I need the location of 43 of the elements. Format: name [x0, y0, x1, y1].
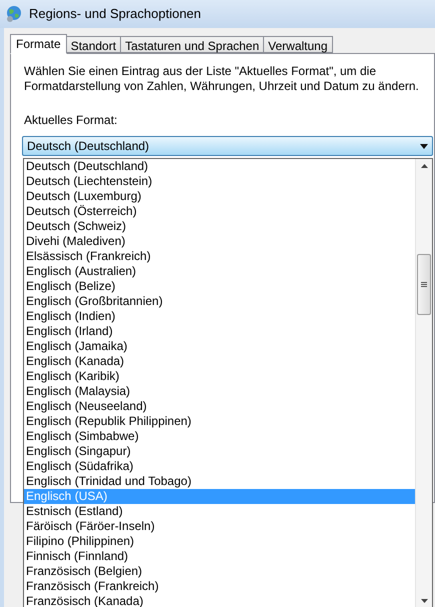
list-item[interactable]: Finnisch (Finnland)	[24, 549, 415, 564]
format-dropdown[interactable]: Deutsch (Deutschland)	[22, 136, 433, 156]
list-item[interactable]: Färöisch (Färöer-Inseln)	[24, 519, 415, 534]
tab[interactable]: Formate	[10, 34, 67, 54]
list-item[interactable]: Englisch (Neuseeland)	[24, 399, 415, 414]
list-item[interactable]: Englisch (Australien)	[24, 264, 415, 279]
tab[interactable]: Verwaltung	[264, 36, 333, 53]
list-item[interactable]: Englisch (Republik Philippinen)	[24, 414, 415, 429]
scrollbar[interactable]	[415, 159, 432, 607]
list-item[interactable]: Filipino (Philippinen)	[24, 534, 415, 549]
list-item[interactable]: Englisch (Trinidad und Tobago)	[24, 474, 415, 489]
list-item[interactable]: Deutsch (Österreich)	[24, 204, 415, 219]
instruction-text: Wählen Sie einen Eintrag aus der Liste "Aktuelles Format", um die Formatdarstellung von Zahlen, Währungen, Uhrzeit und Datum zu ändern.	[24, 64, 419, 94]
list-item[interactable]: Englisch (Kanada)	[24, 354, 415, 369]
list-item[interactable]: Englisch (Karibik)	[24, 369, 415, 384]
list-item[interactable]: Französisch (Frankreich)	[24, 579, 415, 594]
field-label: Aktuelles Format:	[24, 113, 118, 128]
list-item[interactable]: Englisch (Irland)	[24, 324, 415, 339]
list-item[interactable]: Englisch (Belize)	[24, 279, 415, 294]
list-item[interactable]: Englisch (Malaysia)	[24, 384, 415, 399]
list-item[interactable]: Englisch (Singapur)	[24, 444, 415, 459]
scroll-up-icon[interactable]	[421, 164, 428, 168]
list-item[interactable]: Deutsch (Schweiz)	[24, 219, 415, 234]
list-item[interactable]: Englisch (Simbabwe)	[24, 429, 415, 444]
scroll-down-icon[interactable]	[421, 599, 428, 603]
list-item[interactable]: Englisch (Indien)	[24, 309, 415, 324]
tab[interactable]: Tastaturen und Sprachen	[121, 36, 264, 53]
list-item[interactable]: Englisch (Jamaika)	[24, 339, 415, 354]
list-item[interactable]: Englisch (Südafrika)	[24, 459, 415, 474]
list-item[interactable]: Deutsch (Luxemburg)	[24, 189, 415, 204]
list-item[interactable]: Elsässisch (Frankreich)	[24, 249, 415, 264]
list-item[interactable]: Französisch (Belgien)	[24, 564, 415, 579]
scroll-thumb[interactable]	[417, 254, 431, 315]
globe-icon	[5, 5, 23, 23]
list-item[interactable]: Divehi (Malediven)	[24, 234, 415, 249]
window-title: Regions- und Sprachoptionen	[29, 5, 202, 24]
list-item[interactable]: Estnisch (Estland)	[24, 504, 415, 519]
tab[interactable]: Standort	[66, 36, 122, 53]
caret-icon	[420, 144, 428, 148]
grip-icon	[421, 282, 427, 287]
list-item[interactable]: Englisch (Großbritannien)	[24, 294, 415, 309]
list-item[interactable]: Deutsch (Deutschland)	[24, 159, 415, 174]
list-item[interactable]: Deutsch (Liechtenstein)	[24, 174, 415, 189]
